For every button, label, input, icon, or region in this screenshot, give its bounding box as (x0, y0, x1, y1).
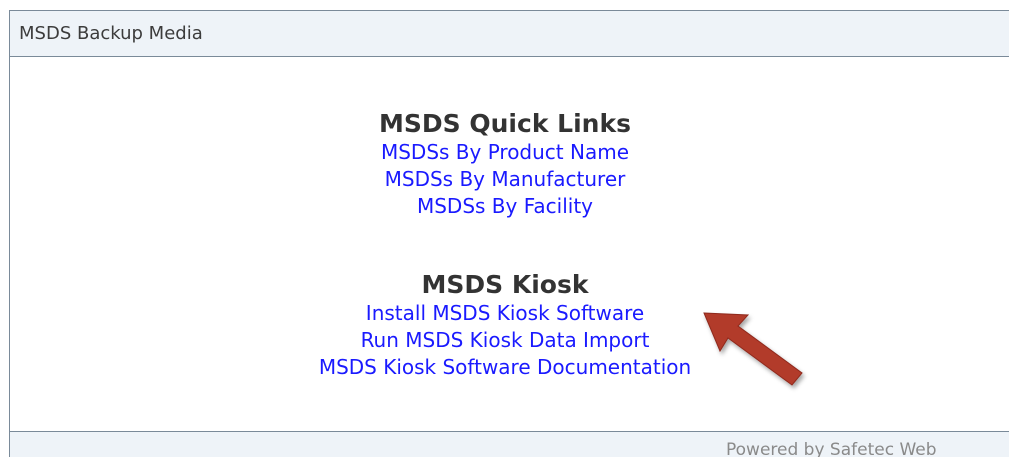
quick-links-section: MSDS Quick Links MSDSs By Product Name M… (10, 109, 1000, 220)
link-install-kiosk-software[interactable]: Install MSDS Kiosk Software (10, 300, 1000, 327)
link-msds-by-product-name[interactable]: MSDSs By Product Name (10, 139, 1000, 166)
panel-title: MSDS Backup Media (19, 23, 203, 44)
panel-header: MSDS Backup Media (10, 11, 1009, 57)
msds-panel: MSDS Backup Media MSDS Quick Links MSDSs… (9, 10, 1009, 457)
kiosk-heading: MSDS Kiosk (421, 270, 589, 299)
link-msds-by-manufacturer[interactable]: MSDSs By Manufacturer (10, 166, 1000, 193)
powered-by-text: Powered by Safetec Web (726, 440, 937, 457)
link-kiosk-software-documentation[interactable]: MSDS Kiosk Software Documentation (10, 354, 1000, 381)
red-arrow-icon (703, 312, 803, 386)
link-run-kiosk-data-import[interactable]: Run MSDS Kiosk Data Import (10, 327, 1000, 354)
panel-footer: Powered by Safetec Web (10, 431, 1009, 457)
link-msds-by-facility[interactable]: MSDSs By Facility (10, 193, 1000, 220)
panel-body: MSDS Quick Links MSDSs By Product Name M… (10, 57, 1000, 431)
kiosk-section: MSDS Kiosk Install MSDS Kiosk Software R… (10, 270, 1000, 381)
page: MSDS Backup Media MSDS Quick Links MSDSs… (0, 0, 1009, 457)
quick-links-heading: MSDS Quick Links (379, 109, 631, 138)
